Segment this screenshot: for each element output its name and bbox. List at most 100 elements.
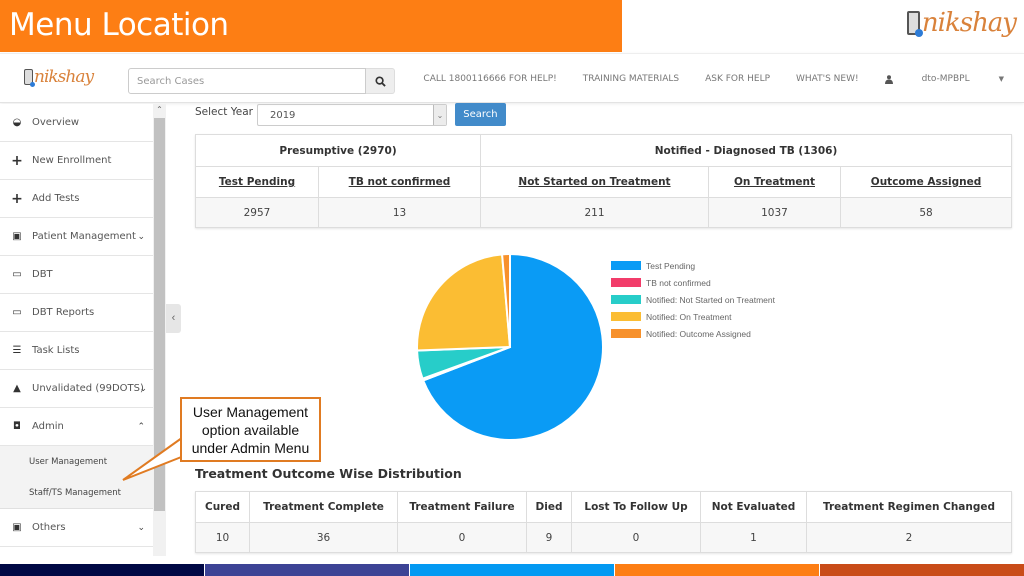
legend-label: Notified: Not Started on Treatment [646, 294, 775, 305]
sidebar-item-admin[interactable]: ◘ Admin ⌃ [0, 408, 153, 446]
sidebar-item-label: DBT [32, 269, 53, 280]
chevron-left-icon: ‹ [171, 312, 176, 324]
chevron-down-icon: ⌄ [137, 231, 145, 242]
plus-icon: + [11, 152, 23, 169]
year-search-button[interactable]: Search [454, 102, 506, 126]
value-treatment-regimen-changed: 2 [806, 522, 1012, 553]
header-not-evaluated: Not Evaluated [700, 491, 807, 523]
value-treatment-complete: 36 [249, 522, 398, 553]
value-test-pending: 2957 [195, 197, 319, 228]
sidebar-item-task-lists[interactable]: ☰ Task Lists [0, 332, 153, 370]
status-pie-chart [416, 252, 604, 441]
case-search [128, 68, 395, 94]
header-treatment-failure: Treatment Failure [397, 491, 527, 523]
header-cured: Cured [195, 491, 250, 523]
summary-group-row: Presumptive (2970) Notified - Diagnosed … [195, 134, 1012, 167]
value-cured: 10 [195, 522, 250, 553]
table-row: 2957 13 211 1037 58 [195, 197, 1012, 228]
nav-training-materials[interactable]: TRAINING MATERIALS [583, 74, 679, 84]
search-cases-input[interactable] [128, 68, 366, 94]
sidebar-item-label: Task Lists [32, 345, 80, 356]
group-presumptive: Presumptive (2970) [195, 134, 481, 167]
year-select-value: 2019 [269, 109, 296, 121]
sidebar-item-label: Patient Management [32, 231, 136, 242]
nav-call-help[interactable]: CALL 1800116666 FOR HELP! [423, 74, 556, 84]
sidebar-item-label: New Enrollment [32, 155, 112, 166]
collapse-sidebar-button[interactable]: ‹ [166, 304, 181, 333]
sidebar-subitem-user-management[interactable]: User Management [0, 446, 153, 477]
search-button[interactable] [366, 68, 395, 94]
chevron-down-icon: ⌄ [137, 522, 145, 533]
value-lost-to-follow-up: 0 [571, 522, 701, 553]
sidebar-item-dbt[interactable]: ▭ DBT [0, 256, 153, 294]
app-logo[interactable]: nikshay [24, 67, 94, 87]
scrollbar-thumb[interactable] [154, 118, 165, 511]
header-tb-not-confirmed[interactable]: TB not confirmed [318, 166, 481, 198]
chevron-down-icon: ⌄ [432, 105, 446, 125]
sidebar-item-dbt-reports[interactable]: ▭ DBT Reports [0, 294, 153, 332]
value-outcome-assigned: 58 [840, 197, 1012, 228]
nav-ask-for-help[interactable]: ASK FOR HELP [705, 74, 770, 84]
sidebar: ◒ Overview + New Enrollment + Add Tests … [0, 104, 153, 556]
user-menu[interactable]: dto-MPBPL ▼ [884, 74, 1004, 84]
sidebar-item-label: Add Tests [32, 193, 80, 204]
sidebar-scrollbar[interactable]: ⌃ [153, 104, 166, 556]
year-select[interactable]: 2019 ⌄ [256, 104, 447, 126]
legend-swatch [611, 295, 641, 304]
callout-line: under Admin Menu [191, 440, 310, 456]
sidebar-item-overview[interactable]: ◒ Overview [0, 104, 153, 142]
user-icon: ◘ [13, 421, 21, 432]
legend-label: Notified: Outcome Assigned [646, 328, 751, 339]
sidebar-item-others[interactable]: ▣ Others ⌄ [0, 509, 153, 547]
legend-item[interactable]: Notified: Not Started on Treatment [611, 291, 775, 308]
stripe-segment [0, 564, 204, 576]
user-name: dto-MPBPL [921, 74, 970, 84]
sidebar-item-patient-management[interactable]: ▣ Patient Management ⌄ [0, 218, 153, 256]
year-filter: Select Year 2019 ⌄ Search [195, 102, 506, 126]
header-outcome-assigned[interactable]: Outcome Assigned [840, 166, 1012, 198]
legend-item[interactable]: TB not confirmed [611, 274, 775, 291]
header-not-started-treatment[interactable]: Not Started on Treatment [480, 166, 709, 198]
callout-line: User Management [192, 404, 309, 420]
sidebar-item-label: Overview [32, 117, 80, 128]
money-icon: ▭ [12, 269, 22, 280]
slide-title-bar: Menu Location [0, 0, 622, 52]
stripe-segment [614, 564, 819, 576]
slide-brand-logo: nikshay [906, 8, 1017, 38]
brand-wordmark: nikshay [921, 8, 1017, 38]
select-year-label: Select Year [195, 106, 253, 118]
user-icon [884, 74, 893, 84]
header-on-treatment[interactable]: On Treatment [708, 166, 841, 198]
sidebar-item-new-enrollment[interactable]: + New Enrollment [0, 142, 153, 180]
legend-swatch [611, 329, 641, 338]
nav-whats-new[interactable]: WHAT'S NEW! [796, 74, 859, 84]
chevron-down-icon: ⌄ [139, 383, 147, 394]
group-notified-diagnosed: Notified - Diagnosed TB (1306) [480, 134, 1012, 167]
pie-slice-notified-on-treatment[interactable] [416, 253, 512, 352]
legend-item[interactable]: Notified: On Treatment [611, 308, 775, 325]
admin-submenu: User Management Staff/TS Management [0, 446, 153, 509]
legend-item[interactable]: Notified: Outcome Assigned [611, 325, 775, 342]
sidebar-subitem-staff-ts-management[interactable]: Staff/TS Management [0, 477, 153, 508]
stripe-segment [409, 564, 614, 576]
sidebar-item-unvalidated-99dots[interactable]: ▲ Unvalidated (99DOTS) ⌄ [0, 370, 153, 408]
legend-label: TB not confirmed [646, 277, 711, 288]
value-not-evaluated: 1 [700, 522, 807, 553]
legend-label: Test Pending [646, 260, 696, 271]
app-logo-wordmark: nikshay [34, 67, 94, 87]
callout-line: option available [201, 422, 300, 438]
sidebar-item-add-tests[interactable]: + Add Tests [0, 180, 153, 218]
phone-touch-icon [24, 69, 35, 87]
sidebar-item-label: Unvalidated (99DOTS) [32, 383, 144, 394]
sidebar-item-label: Others [32, 522, 66, 533]
caret-down-icon: ▼ [998, 75, 1004, 83]
header-test-pending[interactable]: Test Pending [195, 166, 319, 198]
nav-links: CALL 1800116666 FOR HELP! TRAINING MATER… [397, 74, 1004, 84]
table-row: 10 36 0 9 0 1 2 [195, 522, 1012, 553]
value-tb-not-confirmed: 13 [318, 197, 481, 228]
scroll-up-arrow-icon[interactable]: ⌃ [153, 104, 166, 116]
header-treatment-complete: Treatment Complete [249, 491, 398, 523]
case-summary-table: Presumptive (2970) Notified - Diagnosed … [195, 134, 1012, 228]
stripe-segment [204, 564, 409, 576]
legend-item[interactable]: Test Pending [611, 257, 775, 274]
